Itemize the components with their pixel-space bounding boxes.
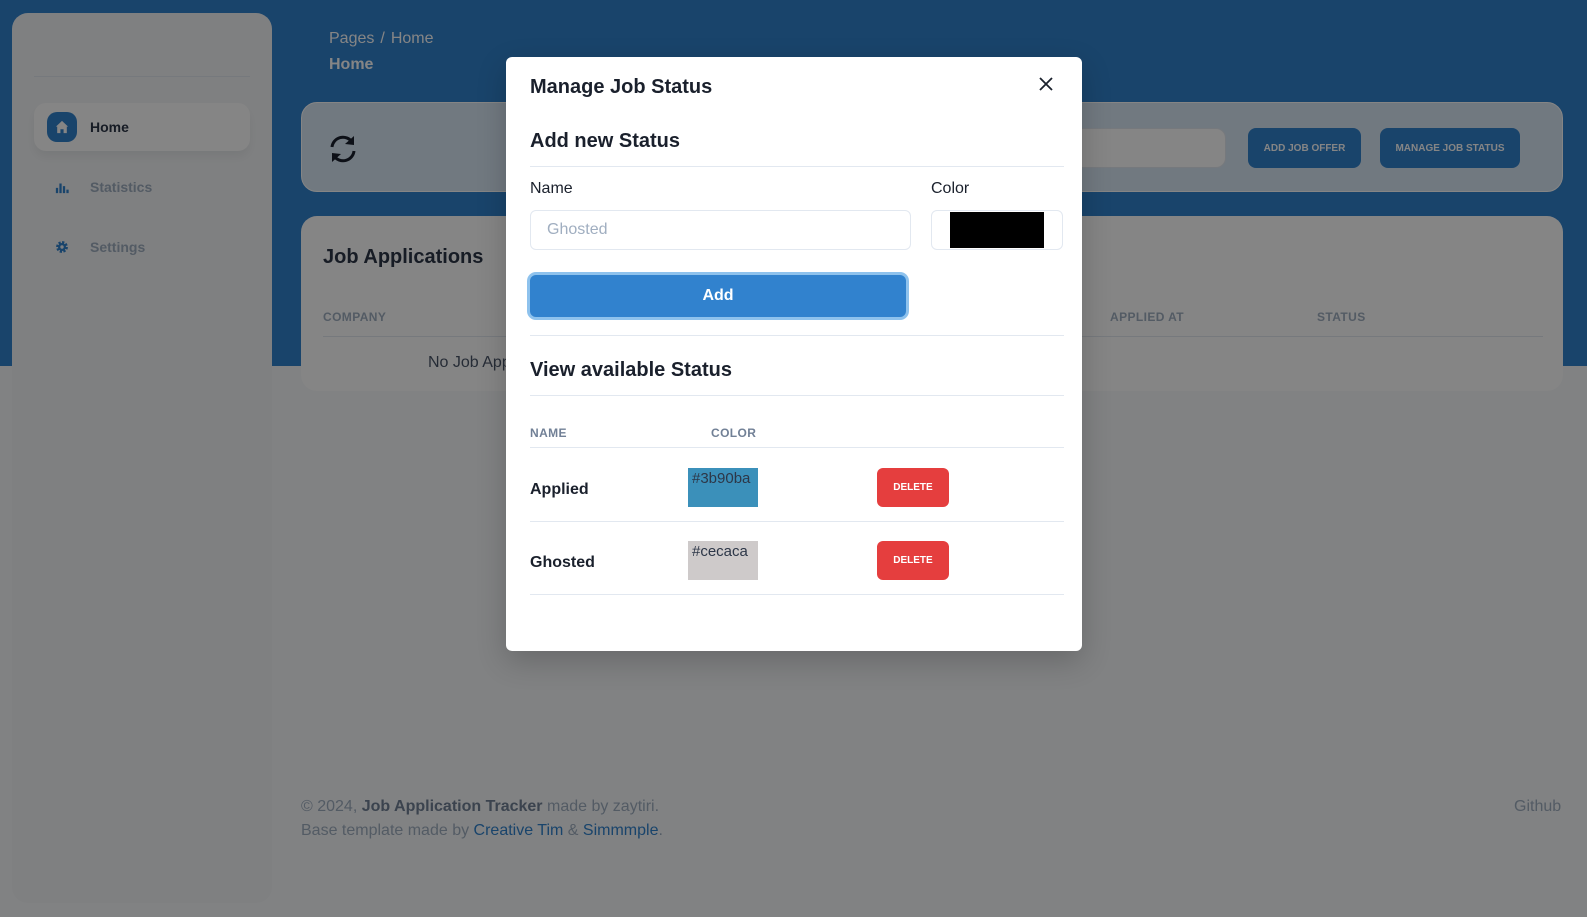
modal-title: Manage Job Status [530, 76, 713, 98]
section-divider [530, 166, 1064, 167]
table-divider [530, 521, 1064, 522]
table-divider [530, 594, 1064, 595]
add-status-button[interactable]: Add [530, 275, 906, 317]
status-name: Applied [530, 481, 589, 498]
close-icon[interactable] [1032, 70, 1060, 98]
section-divider [530, 395, 1064, 396]
view-status-heading: View available Status [530, 359, 732, 381]
manage-job-status-modal: Manage Job Status Add new Status Name Co… [506, 57, 1082, 651]
status-color-chip: #cecaca [688, 541, 758, 580]
column-name: NAME [530, 426, 567, 440]
delete-status-button[interactable]: DELETE [877, 541, 949, 580]
status-color-picker[interactable] [931, 210, 1063, 250]
color-label: Color [931, 180, 970, 197]
delete-status-button[interactable]: DELETE [877, 468, 949, 507]
column-color: COLOR [711, 426, 757, 440]
add-status-heading: Add new Status [530, 130, 681, 152]
table-divider [530, 447, 1064, 448]
section-divider [530, 335, 1064, 336]
status-color-chip: #3b90ba [688, 468, 758, 507]
color-swatch [950, 212, 1044, 248]
status-name: Ghosted [530, 554, 595, 571]
name-label: Name [530, 180, 573, 197]
status-name-input[interactable] [530, 210, 911, 250]
